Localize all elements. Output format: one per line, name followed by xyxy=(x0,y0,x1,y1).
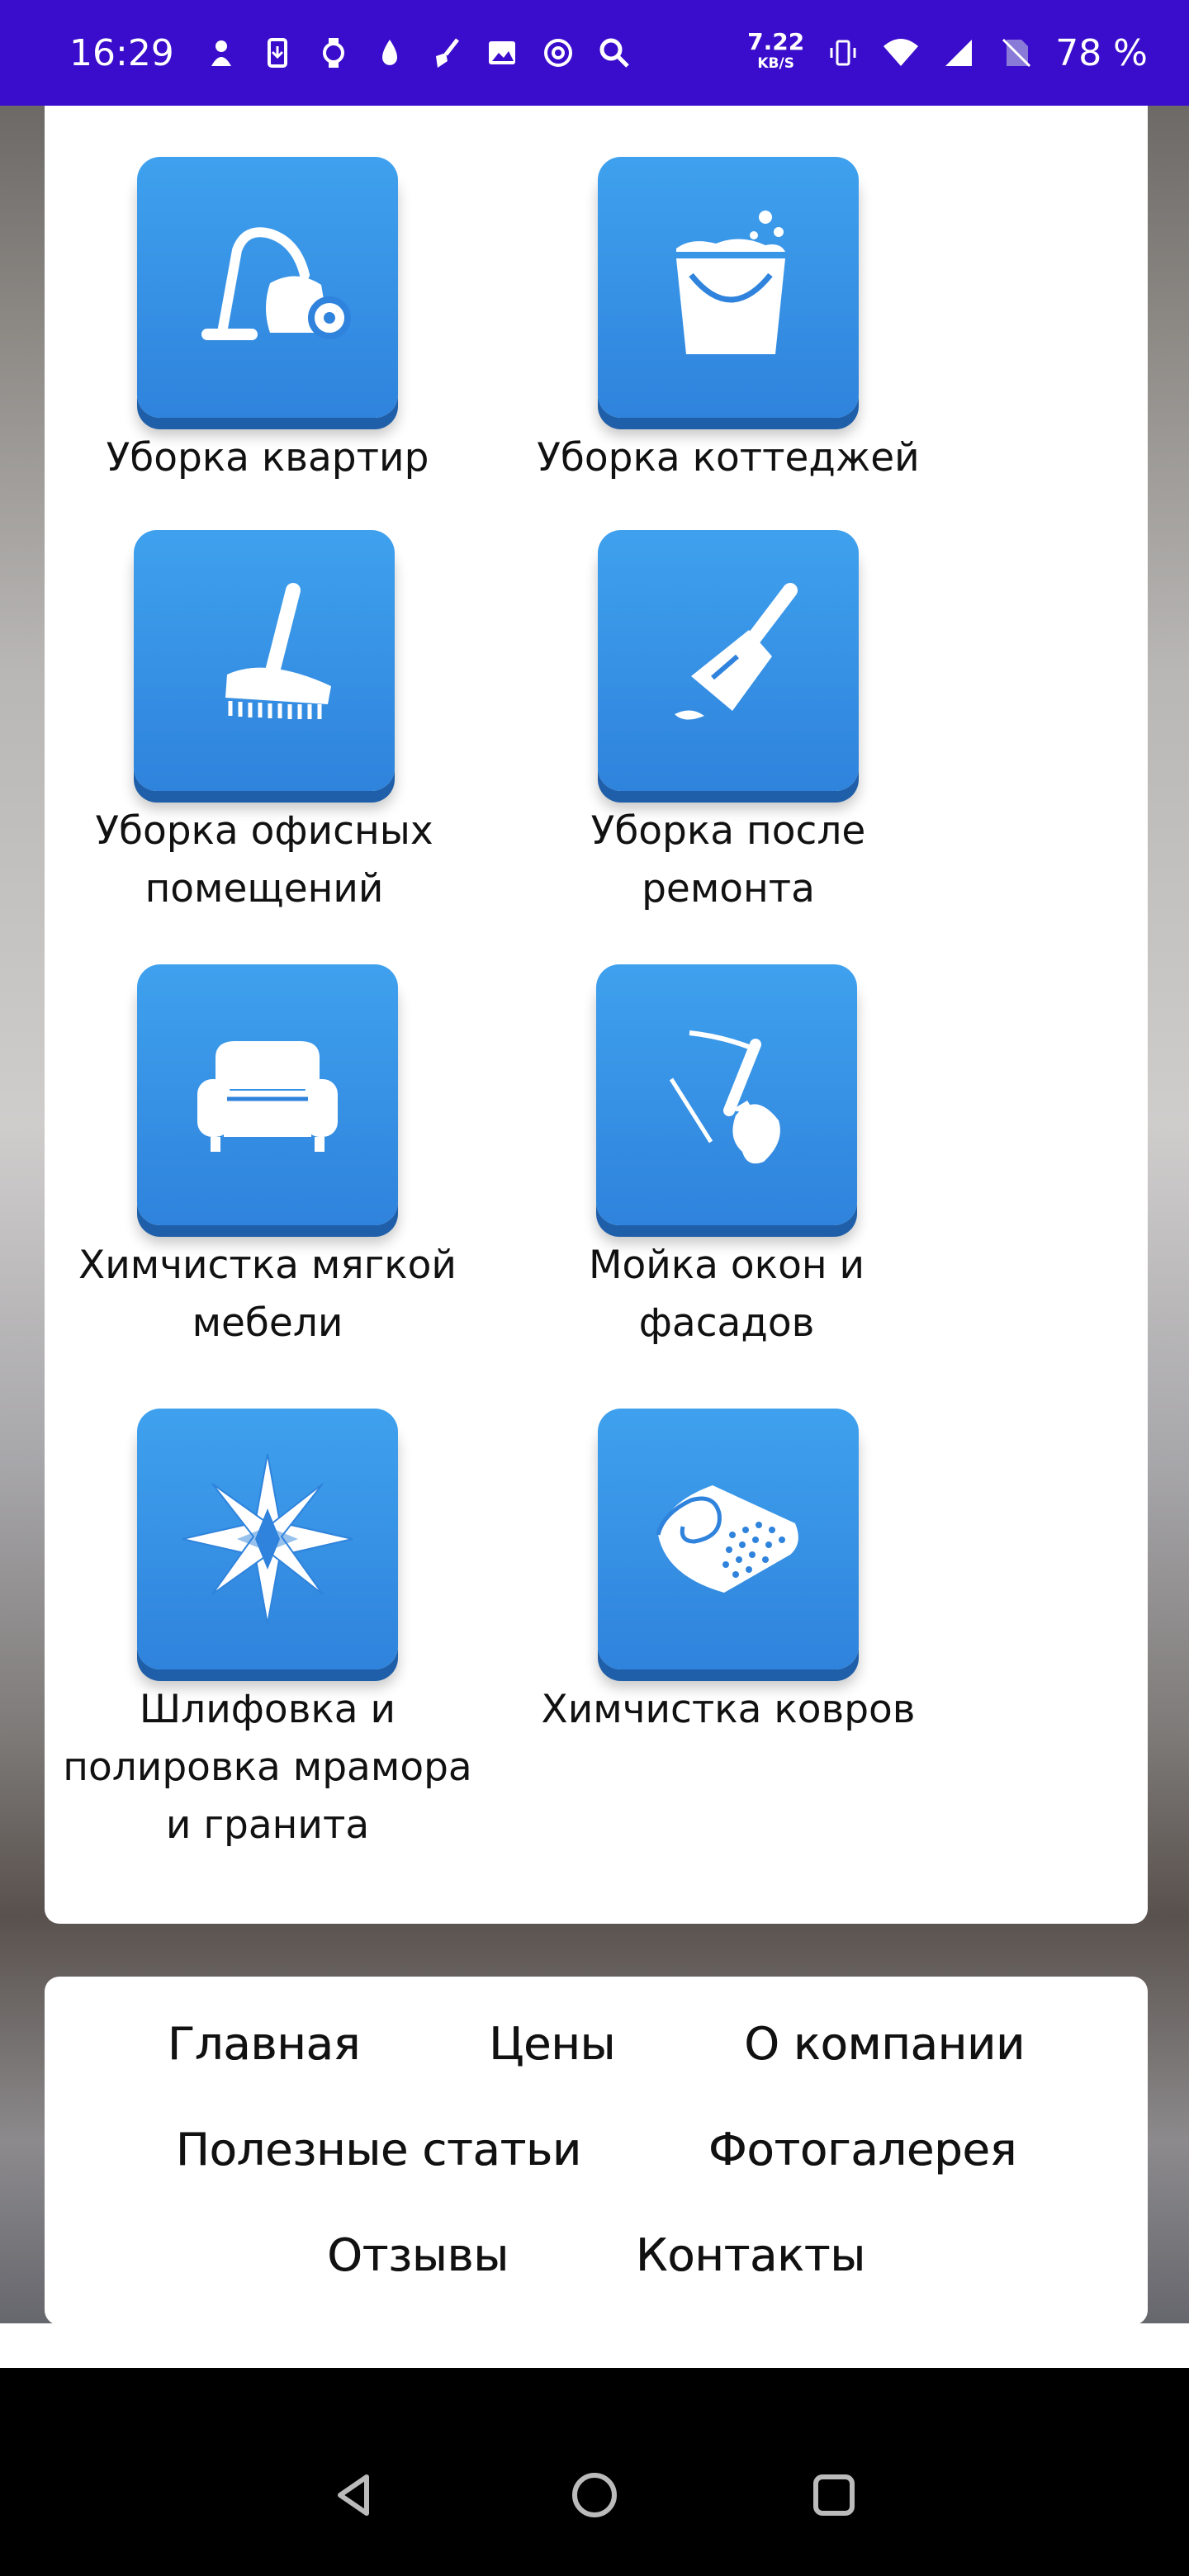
home-icon[interactable] xyxy=(566,2466,623,2524)
status-time: 16:29 xyxy=(69,31,174,74)
battery-percent: 78 % xyxy=(1055,31,1148,74)
nav-link-gallery[interactable]: Фотогалерея xyxy=(708,2124,1016,2176)
nav-link-reviews[interactable]: Отзывы xyxy=(327,2229,509,2281)
service-carpet-cleaning[interactable]: Химчистка ковров xyxy=(514,1409,943,1739)
status-bar: 16:29 7.22 KB/S 78 % xyxy=(0,0,1189,106)
service-label: Уборка коттеджей xyxy=(537,435,920,481)
signal-icon xyxy=(940,34,978,72)
service-office-cleaning[interactable]: Уборка офисных помещений xyxy=(50,530,479,918)
service-tile[interactable] xyxy=(134,530,395,791)
service-window-washing[interactable]: Мойка окон и фасадов xyxy=(512,964,941,1352)
services-card: Уборка квартир Уборка коттеджей Уборка о… xyxy=(45,106,1148,1924)
nav-row-1: Главная Цены О компании xyxy=(45,2018,1148,2070)
service-upholstery-cleaning[interactable]: Химчистка мягкой мебели xyxy=(53,964,482,1352)
nav-link-prices[interactable]: Цены xyxy=(489,2018,615,2070)
service-apartment-cleaning[interactable]: Уборка квартир xyxy=(53,157,482,487)
service-marble-polishing[interactable]: Шлифовка и полировка мрамора и гранита xyxy=(53,1409,482,1854)
service-post-renovation-cleaning[interactable]: Уборка после ремонта xyxy=(514,530,943,918)
network-speed: 7.22 KB/S xyxy=(747,31,804,74)
drop-icon xyxy=(371,34,409,72)
notification-app-icon xyxy=(202,34,240,72)
service-label: Шлифовка и полировка мрамора и гранита xyxy=(63,1687,472,1848)
window-squeegee-icon xyxy=(669,1030,780,1164)
network-speed-value: 7.22 xyxy=(747,28,805,55)
vibrate-icon xyxy=(824,34,862,72)
recents-icon[interactable] xyxy=(805,2466,863,2524)
service-tile[interactable] xyxy=(137,964,398,1225)
service-tile[interactable] xyxy=(598,157,859,418)
nav-link-contacts[interactable]: Контакты xyxy=(636,2229,865,2281)
service-label: Мойка окон и фасадов xyxy=(588,1243,865,1346)
broom-icon xyxy=(427,34,465,72)
watch-icon xyxy=(315,34,353,72)
search-icon xyxy=(595,34,633,72)
nav-row-2: Полезные статьи Фотогалерея xyxy=(45,2124,1148,2176)
bucket-icon xyxy=(676,211,785,354)
compass-star-icon xyxy=(182,1453,353,1625)
wifi-icon xyxy=(882,34,920,72)
service-label: Уборка квартир xyxy=(106,435,429,481)
service-label: Уборка офисных помещений xyxy=(95,808,433,912)
nav-link-articles[interactable]: Полезные статьи xyxy=(176,2124,581,2176)
phone-download-icon xyxy=(258,34,296,72)
sofa-icon xyxy=(197,1041,338,1152)
floor-brush-icon xyxy=(225,583,331,719)
at-sign-icon xyxy=(539,34,577,72)
service-label: Уборка после ремонта xyxy=(590,808,866,912)
nav-row-3: Отзывы Контакты xyxy=(45,2229,1148,2281)
service-tile[interactable] xyxy=(137,157,398,418)
service-label: Химчистка мягкой мебели xyxy=(78,1243,457,1346)
carpet-roll-icon xyxy=(656,1485,798,1593)
service-tile[interactable] xyxy=(598,530,859,791)
service-tile[interactable] xyxy=(596,964,857,1225)
service-cottage-cleaning[interactable]: Уборка коттеджей xyxy=(514,157,943,487)
dustpan-icon xyxy=(675,583,798,720)
service-tile[interactable] xyxy=(598,1409,859,1669)
nav-link-about[interactable]: О компании xyxy=(744,2018,1025,2070)
no-sim-icon xyxy=(997,34,1035,72)
footer-strip xyxy=(0,2323,1189,2368)
service-label: Химчистка ковров xyxy=(541,1687,916,1732)
image-icon xyxy=(483,34,521,72)
back-icon[interactable] xyxy=(326,2466,384,2524)
footer-nav: Главная Цены О компании Полезные статьи … xyxy=(45,1977,1148,2325)
system-navigation-bar xyxy=(0,2414,1189,2576)
service-tile[interactable] xyxy=(137,1409,398,1669)
network-speed-unit: KB/S xyxy=(757,55,794,72)
nav-link-home[interactable]: Главная xyxy=(168,2018,360,2070)
vacuum-cleaner-icon xyxy=(201,227,351,340)
